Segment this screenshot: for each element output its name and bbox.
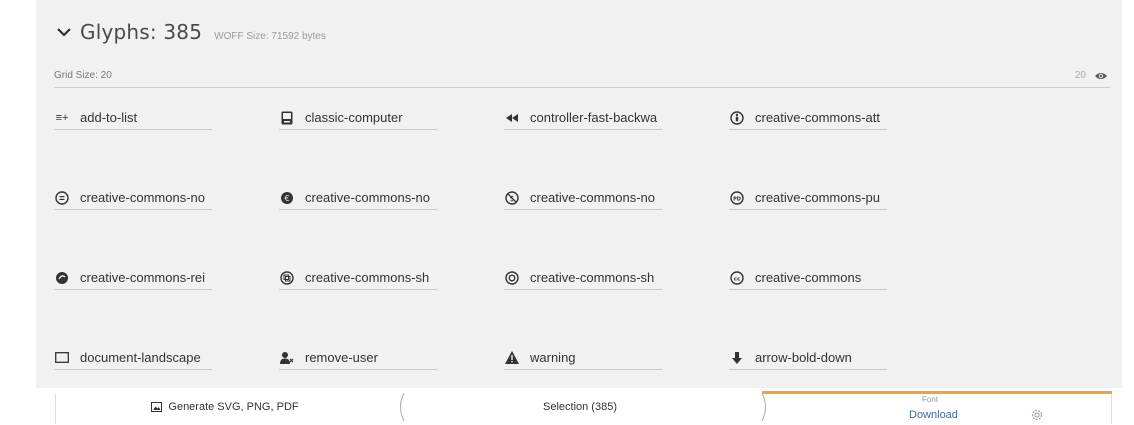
glyph-name: creative-commons-pu bbox=[755, 190, 880, 205]
svg-text:€: € bbox=[284, 194, 289, 203]
glyph-name: warning bbox=[530, 350, 576, 365]
glyph-name: add-to-list bbox=[80, 110, 138, 125]
grid-size-bar[interactable]: Grid Size: 20 20 bbox=[54, 70, 1110, 88]
glyph-item[interactable]: remove-user bbox=[279, 346, 437, 370]
glyphs-header: Glyphs: 385 WOFF Size: 71592 bytes bbox=[56, 20, 326, 44]
glyph-item[interactable]: creative-commons-sh bbox=[279, 266, 437, 290]
generate-label: Generate SVG, PNG, PDF bbox=[168, 400, 299, 413]
glyph-item[interactable]: creative-commons-sh bbox=[504, 266, 662, 290]
footer-toolbar: Generate SVG, PNG, PDF Selection (385) F… bbox=[0, 388, 1134, 425]
glyph-item[interactable]: cc creative-commons bbox=[729, 266, 887, 290]
svg-text:PD: PD bbox=[733, 196, 741, 202]
glyph-item[interactable]: arrow-bold-down bbox=[729, 346, 887, 370]
glyph-name: remove-user bbox=[305, 350, 378, 365]
creative-commons-noncommercial-us-icon: $ bbox=[505, 190, 519, 205]
font-label: Font bbox=[922, 395, 939, 404]
generate-button[interactable]: Generate SVG, PNG, PDF bbox=[55, 388, 395, 425]
glyph-name: creative-commons-no bbox=[305, 190, 430, 205]
add-to-list-icon: ≡+ bbox=[55, 111, 69, 124]
grid-size-label: Grid Size: 20 bbox=[54, 70, 112, 81]
glyph-name: creative-commons-sh bbox=[305, 270, 430, 285]
glyph-item[interactable]: controller-fast-backwa bbox=[504, 106, 662, 130]
font-download-tab[interactable]: Font Download bbox=[762, 391, 1112, 425]
grid-size-value: 20 bbox=[1074, 70, 1086, 81]
arrow-bold-down-icon bbox=[730, 351, 744, 365]
download-link[interactable]: Download bbox=[909, 409, 958, 421]
glyph-item[interactable]: classic-computer bbox=[279, 106, 437, 130]
glyph-name: creative-commons-sh bbox=[530, 270, 655, 285]
image-icon bbox=[151, 401, 163, 412]
classic-computer-icon bbox=[280, 111, 294, 125]
glyph-name: creative-commons-att bbox=[755, 110, 880, 125]
creative-commons-public-domain-icon: PD bbox=[730, 190, 744, 205]
warning-icon bbox=[505, 351, 519, 365]
glyph-name: creative-commons-no bbox=[80, 190, 205, 205]
svg-text:cc: cc bbox=[734, 276, 741, 282]
glyph-item[interactable]: $ creative-commons-no bbox=[504, 186, 662, 210]
creative-commons-noderivs-icon bbox=[55, 190, 69, 205]
creative-commons-sharealike-icon bbox=[505, 270, 519, 285]
selection-label: Selection (385) bbox=[543, 400, 617, 413]
glyph-name: arrow-bold-down bbox=[755, 350, 852, 365]
glyph-name: document-landscape bbox=[80, 350, 201, 365]
creative-commons-noncommercial-eu-icon: € bbox=[280, 191, 294, 205]
selection-tab[interactable]: Selection (385) bbox=[400, 388, 760, 425]
gear-icon[interactable] bbox=[1030, 408, 1044, 422]
glyphs-title: Glyphs: 385 bbox=[80, 20, 203, 44]
creative-commons-attribution-icon bbox=[730, 110, 744, 125]
chevron-down-icon[interactable] bbox=[56, 24, 72, 40]
glyph-name: creative-commons-no bbox=[530, 190, 655, 205]
glyph-item[interactable]: document-landscape bbox=[54, 346, 212, 370]
footer-divider bbox=[1111, 394, 1112, 424]
glyph-name: creative-commons bbox=[755, 270, 862, 285]
glyph-item[interactable]: warning bbox=[504, 346, 662, 370]
glyph-item[interactable]: € creative-commons-no bbox=[279, 186, 437, 210]
glyph-name: classic-computer bbox=[305, 110, 403, 125]
creative-commons-share-icon bbox=[280, 270, 294, 285]
creative-commons-remix-icon bbox=[55, 271, 69, 285]
woff-size: WOFF Size: 71592 bytes bbox=[214, 31, 326, 42]
glyph-item[interactable]: ≡+ add-to-list bbox=[54, 106, 212, 130]
glyph-name: creative-commons-rei bbox=[80, 270, 205, 285]
remove-user-icon bbox=[280, 351, 294, 365]
controller-fast-backward-icon bbox=[505, 111, 519, 125]
glyph-item[interactable]: creative-commons-att bbox=[729, 106, 887, 130]
glyph-item[interactable]: PD creative-commons-pu bbox=[729, 186, 887, 210]
eye-icon[interactable] bbox=[1094, 71, 1108, 81]
glyph-item[interactable]: creative-commons-no bbox=[54, 186, 212, 210]
document-landscape-icon bbox=[55, 351, 69, 365]
glyphs-panel: Glyphs: 385 WOFF Size: 71592 bytes Grid … bbox=[36, 0, 1122, 388]
glyph-item[interactable]: creative-commons-rei bbox=[54, 266, 212, 290]
glyph-name: controller-fast-backwa bbox=[530, 110, 658, 125]
creative-commons-icon: cc bbox=[730, 270, 744, 285]
